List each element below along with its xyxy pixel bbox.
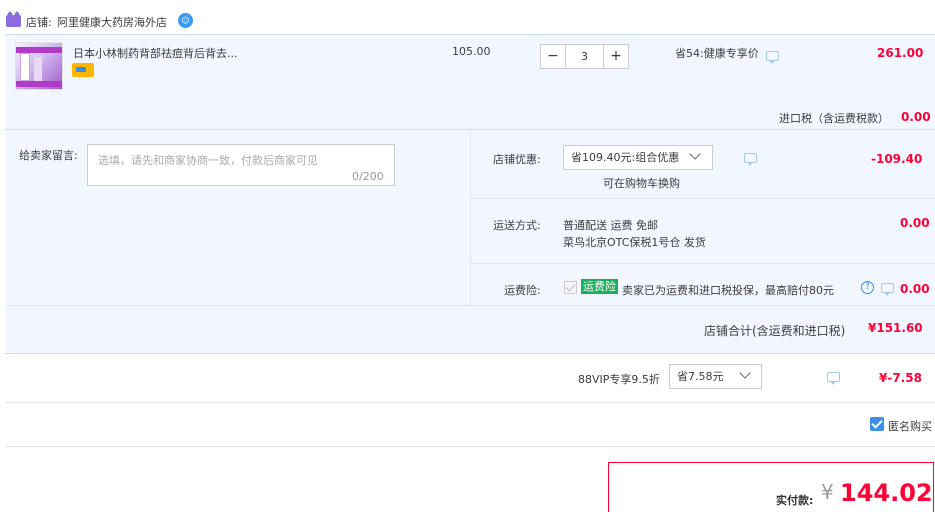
divider (5, 446, 935, 447)
import-tax-label: 进口税（含运费税款） (779, 112, 889, 125)
product-title-link[interactable]: 日本小林制药背部祛痘背后背去... (73, 45, 238, 61)
seller-message-placeholder: 选填，请先和商家协商一致，付款后商家可见 (98, 154, 318, 167)
divider (470, 263, 935, 264)
wangwang-chat-icon[interactable]: ☺ (178, 13, 193, 28)
vip-discount-label: 88VIP专享9.5折 (578, 373, 660, 386)
currency-symbol: ¥ (821, 480, 834, 504)
insurance-chat-icon[interactable] (881, 283, 894, 296)
quantity-decrease-button[interactable]: − (540, 44, 566, 69)
shop-icon (6, 15, 21, 27)
actual-payment-label: 实付款: (776, 494, 814, 507)
coupon-discount-value: -109.40 (871, 152, 923, 166)
insurance-badge: 运费险 (581, 279, 618, 294)
shop-coupon-select[interactable]: 省109.40元:组合优惠 (563, 145, 713, 170)
seller-message-label: 给卖家留言: (19, 149, 78, 162)
item-subtotal: 261.00 (877, 46, 924, 60)
anonymous-purchase-checkbox[interactable] (870, 417, 884, 431)
vip-discount-select[interactable]: 省7.58元 (669, 364, 762, 389)
shipping-fee-value: 0.00 (900, 216, 930, 230)
shop-total-label: 店铺合计(含运费和进口税) (704, 324, 846, 338)
insurance-value: 0.00 (900, 282, 930, 296)
shop-total-value: ¥151.60 (868, 321, 923, 335)
divider (470, 198, 935, 199)
help-icon[interactable]: ? (861, 281, 874, 294)
shop-label: 店铺: (26, 16, 52, 29)
vip-chat-icon[interactable] (826, 372, 840, 385)
anonymous-purchase-label[interactable]: 匿名购买 (888, 418, 932, 434)
unit-price: 105.00 (452, 45, 491, 58)
import-tax-value: 0.00 (901, 110, 931, 124)
shop-name-link[interactable]: 阿里健康大药房海外店 (57, 14, 167, 30)
divider (5, 402, 935, 403)
message-char-count: 0/200 (352, 170, 384, 183)
actual-payment-amount: 144.02 (840, 479, 933, 507)
shipping-method-label: 运送方式: (493, 219, 541, 232)
quantity-input[interactable]: 3 (566, 44, 603, 69)
shipping-warehouse: 菜鸟北京OTC保税1号仓 发货 (563, 236, 706, 249)
credit-card-icon (72, 63, 94, 77)
insurance-checkbox (564, 281, 577, 294)
coupon-chat-icon[interactable] (743, 153, 757, 166)
insurance-description: 卖家已为运费和进口税投保，最高赔付80元 (622, 284, 834, 297)
shipping-method-detail: 普通配送 运费 免邮 (563, 219, 658, 232)
shipping-insurance-label: 运费险: (504, 284, 541, 297)
options-divider (470, 131, 471, 305)
product-thumbnail[interactable] (15, 42, 63, 90)
item-promotion: 省54:健康专享价 (675, 47, 759, 60)
quantity-increase-button[interactable]: + (603, 44, 629, 69)
promotion-chat-icon[interactable] (766, 51, 779, 64)
coupon-hint: 可在购物车换购 (603, 177, 680, 190)
shop-coupon-label: 店铺优惠: (493, 153, 541, 166)
divider (5, 305, 935, 306)
vip-discount-value: ¥-7.58 (879, 371, 922, 385)
